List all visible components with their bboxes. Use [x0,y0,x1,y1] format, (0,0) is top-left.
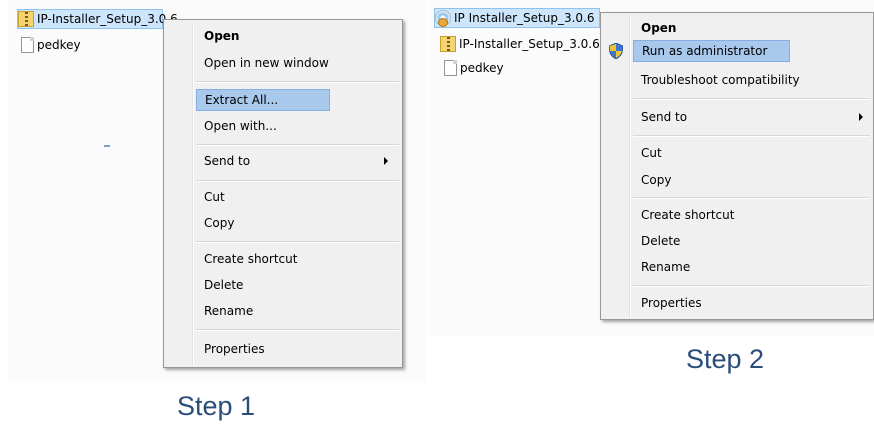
menu-item-extract-all[interactable]: Extract All... [196,89,330,111]
file-label: pedkey [460,61,504,75]
menu-item-rename[interactable]: Rename [196,300,253,322]
menu-item-send-to[interactable]: Send to [633,106,869,128]
menu-item-run-as-administrator[interactable]: Run as administrator [633,40,790,62]
step2-context-menu: Open Run as administrator Troubleshoot c… [600,12,874,320]
menu-separator [633,98,870,100]
menu-item-rename[interactable]: Rename [633,256,690,278]
zip-folder-icon [440,36,456,52]
step1-file-ip-installer-zip[interactable]: IP-Installer_Setup_3.0.6 [17,9,178,29]
menu-item-create-shortcut[interactable]: Create shortcut [633,204,734,226]
file-label: IP Installer_Setup_3.0.6 [454,11,595,25]
document-icon [444,60,457,76]
menu-item-label: Run as administrator [642,44,768,58]
menu-item-delete[interactable]: Delete [633,230,680,252]
step2-file-ip-installer-setup[interactable]: IP Installer_Setup_3.0.6 [434,8,600,28]
file-label: IP-Installer_Setup_3.0.6 [459,37,600,51]
step2-file-pedkey[interactable]: pedkey [442,58,504,78]
step1-file-pedkey[interactable]: pedkey [19,35,81,55]
submenu-arrow-icon [384,157,388,165]
document-icon [21,37,34,53]
step1-context-menu: Open Open in new window Extract All... O… [163,19,403,368]
menu-item-label: Send to [641,110,688,124]
file-label: pedkey [37,38,81,52]
menu-item-open[interactable]: Open [633,17,676,39]
menu-item-create-shortcut[interactable]: Create shortcut [196,248,297,270]
setup-disc-icon [435,10,451,27]
menu-separator [633,285,870,287]
menu-separator [196,329,399,331]
menu-item-cut[interactable]: Cut [196,186,225,208]
menu-item-copy[interactable]: Copy [196,212,234,234]
menu-item-properties[interactable]: Properties [196,338,265,360]
stray-mark [104,145,110,147]
menu-item-open-with[interactable]: Open with... [196,115,277,137]
step1-caption: Step 1 [177,391,256,421]
menu-item-open[interactable]: Open [196,25,239,47]
menu-item-open-in-new-window[interactable]: Open in new window [196,52,329,74]
step2-caption: Step 2 [686,344,765,374]
menu-item-properties[interactable]: Properties [633,292,702,314]
menu-item-send-to[interactable]: Send to [196,150,396,172]
menu-separator [196,180,399,182]
menu-separator [633,135,870,137]
menu-separator [196,81,399,83]
menu-item-copy[interactable]: Copy [633,169,671,191]
menu-separator [196,241,399,243]
menu-item-troubleshoot-compatibility[interactable]: Troubleshoot compatibility [633,69,800,91]
submenu-arrow-icon [859,113,863,121]
menu-item-cut[interactable]: Cut [633,142,662,164]
menu-separator [633,197,870,199]
file-label: IP-Installer_Setup_3.0.6 [37,12,178,26]
menu-separator [196,144,399,146]
menu-item-delete[interactable]: Delete [196,274,243,296]
uac-shield-icon [609,43,623,59]
step2-file-ip-installer-zip[interactable]: IP-Installer_Setup_3.0.6 [440,34,600,54]
menu-item-label: Send to [204,154,251,168]
zip-folder-icon [18,11,34,27]
